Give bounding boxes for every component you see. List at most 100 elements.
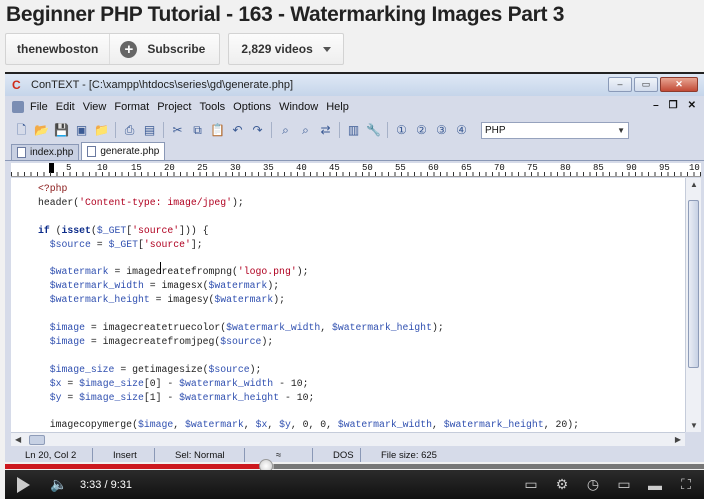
code-line[interactable]: ​ xyxy=(38,252,579,266)
menu-project[interactable]: Project xyxy=(157,101,191,113)
volume-icon[interactable]: 🔈 xyxy=(44,476,74,493)
scroll-left-arrow-icon[interactable]: ◀ xyxy=(15,435,21,444)
code-line[interactable]: ​ xyxy=(38,349,579,363)
toolbar-divider xyxy=(271,122,272,138)
tab-index-php[interactable]: index.php xyxy=(11,144,80,160)
code-line[interactable]: $image_size = getimagesize($source); xyxy=(38,363,579,377)
file-tabs: index.php generate.php xyxy=(5,142,704,161)
user-command-2-icon[interactable]: ② xyxy=(413,122,430,139)
file-info-icon[interactable]: ▥ xyxy=(345,122,362,139)
video-title: Beginner PHP Tutorial - 163 - Watermarki… xyxy=(6,3,565,26)
copy-icon[interactable]: ⧉ xyxy=(189,122,206,139)
code-line[interactable]: imagecopymerge($image, $watermark, $x, $… xyxy=(38,418,579,432)
youtube-page: Beginner PHP Tutorial - 163 - Watermarki… xyxy=(0,0,704,499)
ruler-ticks xyxy=(11,172,701,176)
video-player[interactable]: C ConTEXT - [C:\xampp\htdocs\series\gd\g… xyxy=(5,72,704,462)
scroll-down-arrow-icon[interactable]: ▼ xyxy=(690,421,698,430)
redo-icon[interactable]: ↷ xyxy=(249,122,266,139)
code-line[interactable]: $watermark_height = imagesy($watermark); xyxy=(38,293,579,307)
menu-edit[interactable]: Edit xyxy=(56,101,75,113)
code-line[interactable]: ​ xyxy=(38,405,579,419)
watch-later-clock-icon[interactable]: ◷ xyxy=(579,476,607,493)
tools-icon[interactable]: 🔧 xyxy=(365,122,382,139)
code-editor[interactable]: <?php header('Content-type: image/jpeg');… xyxy=(11,178,685,432)
open-folder-icon[interactable]: 📂 xyxy=(33,122,50,139)
vertical-scrollbar[interactable]: ▲ ▼ xyxy=(685,178,701,432)
scroll-up-arrow-icon[interactable]: ▲ xyxy=(690,180,698,189)
context-app-icon: C xyxy=(12,77,21,92)
code-line[interactable]: $image = imagecreatefromjpeg($source); xyxy=(38,335,579,349)
small-player-icon[interactable]: ▭ xyxy=(610,476,638,493)
progress-played xyxy=(5,464,266,469)
horizontal-scroll-thumb[interactable] xyxy=(29,435,45,445)
large-player-icon[interactable]: ▬ xyxy=(641,477,669,493)
videos-dropdown-button[interactable]: 2,829 videos xyxy=(228,33,344,65)
find-next-icon[interactable]: ⌕ xyxy=(297,122,314,139)
undo-icon[interactable]: ↶ xyxy=(229,122,246,139)
highlighter-select[interactable]: PHP ▼ xyxy=(481,121,629,139)
menu-window[interactable]: Window xyxy=(279,101,318,113)
open-recent-icon[interactable]: 📁 xyxy=(93,122,110,139)
menu-options[interactable]: Options xyxy=(233,101,271,113)
code-line[interactable]: $y = $image_size[1] - $watermark_height … xyxy=(38,391,579,405)
menu-tools[interactable]: Tools xyxy=(199,101,225,113)
scroll-right-arrow-icon[interactable]: ▶ xyxy=(675,435,681,444)
code-line[interactable]: $x = $image_size[0] - $watermark_width -… xyxy=(38,377,579,391)
file-icon xyxy=(87,146,97,157)
menu-view[interactable]: View xyxy=(83,101,107,113)
find-icon[interactable]: ⌕ xyxy=(277,122,294,139)
column-ruler: 5 10 15 20 25 30 35 40 45 50 55 60 65 70… xyxy=(11,163,701,177)
user-command-1-icon[interactable]: ① xyxy=(393,122,410,139)
paste-icon[interactable]: 📋 xyxy=(209,122,226,139)
print-icon[interactable]: ⎙ xyxy=(121,122,138,139)
toolbar: 🗋 📂 💾 ▣ 📁 ⎙ ▤ ✂ ⧉ 📋 ↶ ↷ ⌕ ⌕ ⇄ ▥ 🔧 ① ② ③ xyxy=(5,119,704,141)
doc-close-icon[interactable]: ✕ xyxy=(688,100,696,111)
code-line[interactable]: $watermark = imagecreatefrompng('logo.pn… xyxy=(38,265,579,279)
minimize-button[interactable]: – xyxy=(608,77,632,92)
maximize-button[interactable]: ▭ xyxy=(634,77,658,92)
subscribe-button[interactable]: + Subscribe xyxy=(110,34,219,64)
code-text[interactable]: <?php header('Content-type: image/jpeg');… xyxy=(38,182,579,432)
toolbar-divider xyxy=(163,122,164,138)
user-command-4-icon[interactable]: ④ xyxy=(453,122,470,139)
code-line[interactable]: $source = $_GET['source']; xyxy=(38,238,579,252)
code-line[interactable]: ​ xyxy=(38,307,579,321)
status-line-endings: DOS xyxy=(313,448,361,462)
replace-icon[interactable]: ⇄ xyxy=(317,122,334,139)
settings-gear-icon[interactable]: ⚙ xyxy=(548,476,576,493)
videos-count: 2,829 videos xyxy=(241,42,313,56)
code-line[interactable]: $image = imagecreatetruecolor($watermark… xyxy=(38,321,579,335)
video-progress-bar[interactable] xyxy=(5,459,704,473)
play-icon[interactable] xyxy=(17,476,30,493)
status-insert-mode: Insert xyxy=(93,448,155,462)
captions-icon[interactable]: ▭ xyxy=(517,476,545,493)
document-menu-icon[interactable] xyxy=(12,101,24,113)
user-command-3-icon[interactable]: ③ xyxy=(433,122,450,139)
vertical-scroll-thumb[interactable] xyxy=(688,200,699,368)
code-line[interactable]: <?php xyxy=(38,182,579,196)
doc-minimize-icon[interactable]: – xyxy=(653,100,659,111)
code-line[interactable]: ​ xyxy=(38,210,579,224)
save-all-icon[interactable]: ▣ xyxy=(73,122,90,139)
menu-file[interactable]: File xyxy=(30,101,48,113)
new-file-icon[interactable]: 🗋 xyxy=(13,122,30,139)
channel-name-link[interactable]: thenewboston xyxy=(6,34,111,64)
close-button[interactable]: ✕ xyxy=(660,77,698,92)
fullscreen-icon[interactable]: ⛶ xyxy=(672,476,700,493)
code-line[interactable]: header('Content-type: image/jpeg'); xyxy=(38,196,579,210)
toolbar-divider xyxy=(387,122,388,138)
player-right-controls: ▭ ⚙ ◷ ▭ ▬ ⛶ xyxy=(517,470,700,499)
toolbar-divider xyxy=(339,122,340,138)
save-icon[interactable]: 💾 xyxy=(53,122,70,139)
tab-label: generate.php xyxy=(100,146,160,157)
menu-help[interactable]: Help xyxy=(326,101,349,113)
doc-restore-icon[interactable]: ❐ xyxy=(669,100,678,111)
cut-icon[interactable]: ✂ xyxy=(169,122,186,139)
code-line[interactable]: $watermark_width = imagesx($watermark); xyxy=(38,279,579,293)
code-line[interactable]: if (isset($_GET['source'])) { xyxy=(38,224,579,238)
print-preview-icon[interactable]: ▤ xyxy=(141,122,158,139)
tab-generate-php[interactable]: generate.php xyxy=(81,142,166,160)
menu-format[interactable]: Format xyxy=(114,101,149,113)
horizontal-scrollbar[interactable]: ◀ ▶ xyxy=(11,432,685,446)
status-bar: Ln 20, Col 2 Insert Sel: Normal ≈ DOS Fi… xyxy=(5,448,704,462)
